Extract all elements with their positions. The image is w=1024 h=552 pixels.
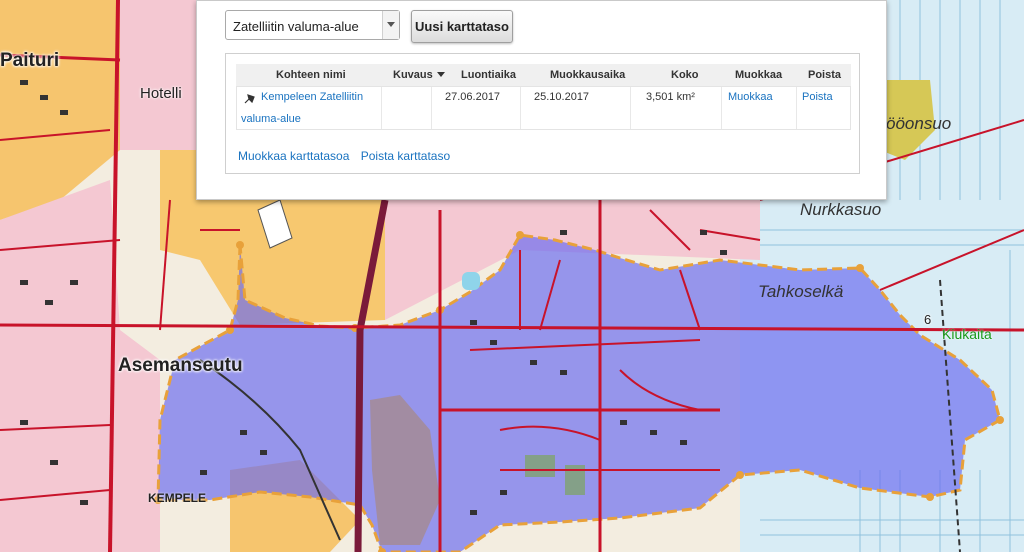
delete-layer-link[interactable]: Poista karttataso — [361, 149, 450, 163]
edit-feature-link[interactable]: Muokkaa — [728, 91, 773, 103]
road-number-label: 6 — [924, 312, 932, 327]
place-label-asemanseutu: Asemanseutu — [118, 355, 243, 376]
place-label-soonsuo: ööonsuo — [886, 114, 952, 133]
chevron-down-icon[interactable] — [382, 11, 399, 39]
cell-description — [382, 87, 432, 129]
feature-name-link-line2[interactable]: valuma-alue — [241, 113, 301, 125]
col-header-size[interactable]: Koko — [671, 69, 699, 81]
col-header-description-label: Kuvaus — [393, 69, 433, 81]
col-header-description[interactable]: Kuvaus — [393, 69, 445, 81]
place-label-paituri: Paituri — [0, 50, 60, 71]
place-label-nurkkasuo: Nurkkasuo — [800, 200, 882, 219]
feature-created: 27.06.2017 — [445, 91, 501, 103]
cell-edit: Muokkaa — [722, 87, 797, 129]
pond — [462, 272, 480, 290]
sort-desc-icon — [436, 72, 445, 77]
my-layers-panel: Zatelliitin valuma-alue Uusi karttataso … — [196, 0, 887, 200]
col-header-modified[interactable]: Muokkausaika — [550, 69, 625, 81]
place-label-tahkoselka: Tahkoselkä — [758, 282, 844, 301]
edit-layer-link[interactable]: Muokkaa karttatasoa — [238, 149, 349, 163]
green-park — [525, 455, 555, 477]
cell-created: 27.06.2017 — [432, 87, 521, 129]
delete-feature-link[interactable]: Poista — [802, 91, 833, 103]
new-layer-button[interactable]: Uusi karttataso — [411, 10, 513, 43]
feature-pin-icon — [243, 93, 257, 108]
col-header-name[interactable]: Kohteen nimi — [276, 69, 346, 81]
place-label-hotelli: Hotelli — [140, 85, 182, 102]
layer-select-value: Zatelliitin valuma-alue — [233, 19, 359, 34]
residential-nw — [120, 0, 196, 150]
col-header-created[interactable]: Luontiaika — [461, 69, 516, 81]
layer-actions: Muokkaa karttatasoa Poista karttataso — [238, 149, 458, 163]
cell-size: 3,501 km² — [631, 87, 722, 129]
layer-select[interactable]: Zatelliitin valuma-alue — [225, 10, 400, 40]
cell-delete: Poista — [797, 87, 852, 129]
col-header-edit: Muokkaa — [735, 69, 783, 81]
place-label-kempele: KEMPELE — [148, 491, 207, 505]
table-header: Kohteen nimi Kuvaus Luontiaika Muokkausa… — [236, 64, 851, 86]
feature-size: 3,501 km² — [646, 91, 695, 103]
layer-features-table: Kohteen nimi Kuvaus Luontiaika Muokkausa… — [225, 53, 860, 174]
cell-name: Kempeleen Zatelliitin valuma-alue — [237, 87, 382, 129]
feature-modified: 25.10.2017 — [534, 91, 590, 103]
cell-modified: 25.10.2017 — [521, 87, 631, 129]
col-header-delete: Poista — [808, 69, 842, 81]
place-label-kiukaita: Kiukaita — [942, 326, 992, 342]
feature-name-link-line1[interactable]: Kempeleen Zatelliitin — [261, 91, 363, 103]
table-row: Kempeleen Zatelliitin valuma-alue 27.06.… — [236, 86, 851, 130]
